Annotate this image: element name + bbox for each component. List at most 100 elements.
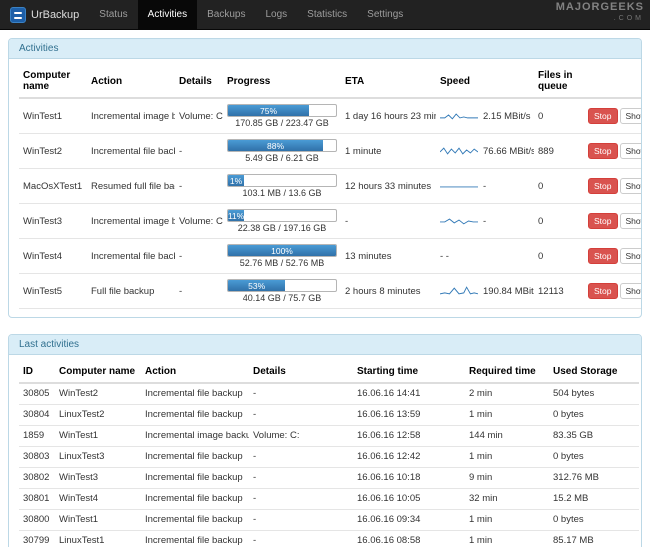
stop-button[interactable]: Stop	[588, 143, 618, 159]
cell-storage: 0 bytes	[549, 509, 639, 531]
cell-action: Full file backup	[87, 273, 175, 309]
cell-details: -	[175, 168, 223, 204]
cell-details: -	[249, 404, 353, 426]
last-activity-row: 1859 WinTest1 Incremental image backup V…	[19, 425, 639, 447]
nav-item-statistics[interactable]: Statistics	[297, 0, 357, 29]
cell-action: Incremental file backup	[141, 488, 249, 510]
activity-row: WinTest3 Incremental image backup Volume…	[19, 203, 641, 239]
activity-row: WinTest2 Incremental file backup - 88% 5…	[19, 133, 641, 169]
cell-details: -	[249, 509, 353, 531]
col-action: Action	[87, 65, 175, 99]
cell-computer: WinTest4	[19, 238, 87, 274]
show-log-button[interactable]: Show log	[619, 108, 641, 124]
progress-percent: 75%	[259, 105, 277, 116]
show-log-button[interactable]: Show log	[619, 248, 641, 264]
cell-details: Volume: C:	[175, 98, 223, 134]
cell-buttons: StopShow log	[584, 133, 641, 169]
speed-sparkline-icon	[440, 186, 478, 188]
nav-item-activities[interactable]: Activities	[137, 0, 198, 29]
cell-progress: 100% 52.76 MB / 52.76 MB	[223, 238, 341, 274]
speed-value: -	[483, 215, 487, 227]
stop-button[interactable]: Stop	[588, 248, 618, 264]
cell-id: 30805	[19, 383, 55, 405]
cell-details: -	[175, 133, 223, 169]
brand[interactable]: UrBackup	[0, 0, 89, 29]
nav-item-backups[interactable]: Backups	[197, 0, 255, 29]
cell-queue: 0	[534, 98, 584, 134]
cell-start: 16.06.16 13:59	[353, 404, 465, 426]
cell-queue: 0	[534, 168, 584, 204]
cell-id: 30804	[19, 404, 55, 426]
cell-id: 30800	[19, 509, 55, 531]
stop-button[interactable]: Stop	[588, 213, 618, 229]
cell-required: 9 min	[465, 467, 549, 489]
last-activity-row: 30802 WinTest3 Incremental file backup -…	[19, 467, 639, 489]
cell-progress: 88% 5.49 GB / 6.21 GB	[223, 133, 341, 169]
nav-item-logs[interactable]: Logs	[255, 0, 297, 29]
watermark-line2: .COM	[613, 15, 644, 22]
cell-action: Incremental file backup	[87, 238, 175, 274]
show-log-button[interactable]: Show log	[619, 283, 641, 299]
cell-eta: 12 hours 33 minutes	[341, 168, 436, 204]
cell-start: 16.06.16 12:58	[353, 425, 465, 447]
cell-details: -	[249, 530, 353, 547]
progress-bar-fill: 53%	[228, 280, 286, 291]
last-activity-row: 30801 WinTest4 Incremental file backup -…	[19, 488, 639, 510]
cell-start: 16.06.16 10:05	[353, 488, 465, 510]
last-activity-row: 30799 LinuxTest1 Incremental file backup…	[19, 530, 639, 547]
cell-details: -	[249, 467, 353, 489]
show-log-button[interactable]: Show log	[619, 178, 641, 194]
cell-computer: LinuxTest2	[55, 404, 141, 426]
activity-row: MacOsXTest1 Resumed full file backup - 1…	[19, 168, 641, 204]
last-activity-row: 30800 WinTest1 Incremental file backup -…	[19, 509, 639, 531]
nav-item-status[interactable]: Status	[89, 0, 137, 29]
cell-computer: WinTest3	[55, 467, 141, 489]
cell-start: 16.06.16 08:58	[353, 530, 465, 547]
show-log-button[interactable]: Show log	[619, 143, 641, 159]
speed-value: - -	[440, 250, 449, 262]
cell-id: 30803	[19, 446, 55, 468]
cell-required: 1 min	[465, 446, 549, 468]
activity-row: WinTest4 Incremental file backup - 100% …	[19, 238, 641, 274]
stop-button[interactable]: Stop	[588, 283, 618, 299]
progress-bytes: 170.85 GB / 223.47 GB	[235, 118, 329, 128]
cell-details: -	[175, 238, 223, 274]
nav-item-settings[interactable]: Settings	[357, 0, 413, 29]
speed-sparkline-icon	[440, 147, 478, 155]
show-log-button[interactable]: Show log	[619, 213, 641, 229]
cell-details: -	[249, 446, 353, 468]
stop-button[interactable]: Stop	[588, 108, 618, 124]
activity-row: WinTest5 Full file backup - 53% 40.14 GB…	[19, 273, 641, 309]
nav-items: Status Activities Backups Logs Statistic…	[89, 0, 413, 29]
cell-speed: 190.84 MBit/s	[436, 273, 534, 309]
cell-buttons: StopShow log	[584, 238, 641, 274]
last-activity-row: 30804 LinuxTest2 Incremental file backup…	[19, 404, 639, 426]
cell-action: Incremental image backup	[87, 98, 175, 134]
cell-id: 1859	[19, 425, 55, 447]
progress-percent: 11%	[227, 210, 245, 221]
progress-bytes: 52.76 MB / 52.76 MB	[239, 258, 325, 268]
col-starting-time: Starting time	[353, 361, 465, 384]
cell-progress: 53% 40.14 GB / 75.7 GB	[223, 273, 341, 309]
cell-required: 1 min	[465, 530, 549, 547]
progress-bar-fill: 100%	[228, 245, 336, 256]
cell-progress: 75% 170.85 GB / 223.47 GB	[223, 98, 341, 134]
last-activities-panel-title: Last activities	[9, 335, 641, 355]
col-eta: ETA	[341, 65, 436, 99]
cell-computer: WinTest1	[55, 509, 141, 531]
progress-bar: 100%	[227, 244, 337, 257]
activities-panel-body: Computer name Action Details Progress ET…	[9, 59, 641, 317]
cell-computer: WinTest1	[55, 425, 141, 447]
progress-bytes: 22.38 GB / 197.16 GB	[237, 223, 327, 233]
progress-bar: 11%	[227, 209, 337, 222]
cell-storage: 504 bytes	[549, 383, 639, 405]
cell-details: -	[249, 488, 353, 510]
cell-progress: 1% 103.1 MB / 13.6 GB	[223, 168, 341, 204]
cell-eta: 1 day 16 hours 23 minutes	[341, 98, 436, 134]
col-details: Details	[249, 361, 353, 384]
cell-storage: 15.2 MB	[549, 488, 639, 510]
stop-button[interactable]: Stop	[588, 178, 618, 194]
last-activities-table: ID Computer name Action Details Starting…	[19, 361, 639, 547]
activities-panel-title: Activities	[9, 39, 641, 59]
speed-value: 76.66 MBit/s	[483, 145, 534, 157]
